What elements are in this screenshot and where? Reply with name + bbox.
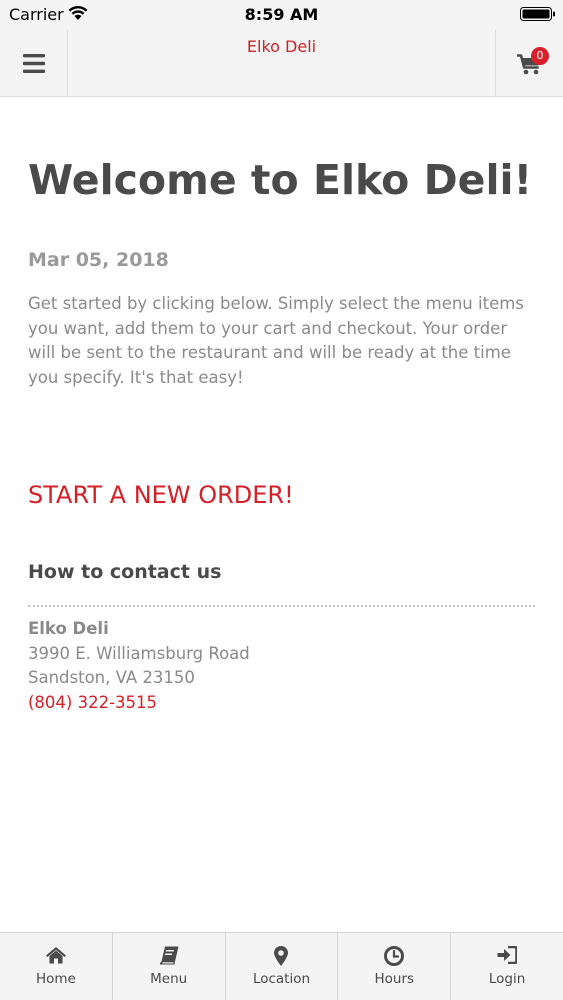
tab-label: Login [488,971,526,987]
post-date: Mar 05, 2018 [28,249,169,271]
status-bar: Carrier 8:59 AM [0,0,563,30]
cart-count-badge: 0 [531,47,549,65]
tab-label: Hours [374,971,415,987]
page-title: Elko Deli [246,37,317,56]
divider [28,605,535,607]
bottom-tab-bar: Home Menu Location Hours Login [0,932,563,1000]
contact-heading: How to contact us [28,561,222,583]
tab-home[interactable]: Home [0,933,113,1000]
address-line-2: Sandston, VA 23150 [28,668,195,687]
address-line-1: 3990 E. Williamsburg Road [28,644,250,663]
intro-text: Get started by clicking below. Simply se… [28,294,524,387]
clock-icon [384,946,405,966]
tab-menu[interactable]: Menu [113,933,226,1000]
welcome-heading: Welcome to Elko Deli! [28,156,533,204]
cart-button[interactable]: 0 [495,30,563,96]
tab-login[interactable]: Login [451,933,563,1000]
hamburger-menu-button[interactable] [0,30,68,96]
hamburger-icon [22,53,45,73]
app-header: Elko Deli 0 [0,30,563,97]
phone-link[interactable]: (804) 322-3515 [28,693,157,712]
sign-in-icon [497,946,518,964]
start-new-order-link[interactable]: START A NEW ORDER! [28,481,294,509]
map-pin-icon [274,946,289,966]
home-icon [45,947,66,964]
tab-hours[interactable]: Hours [338,933,452,1000]
tab-location[interactable]: Location [226,933,339,1000]
tab-label: Home [35,971,76,987]
tab-label: Location [252,971,311,987]
clock-time: 8:59 AM [244,5,319,24]
book-icon [159,946,179,965]
tab-label: Menu [150,971,188,987]
battery-icon [520,7,555,21]
business-name: Elko Deli [28,619,109,638]
